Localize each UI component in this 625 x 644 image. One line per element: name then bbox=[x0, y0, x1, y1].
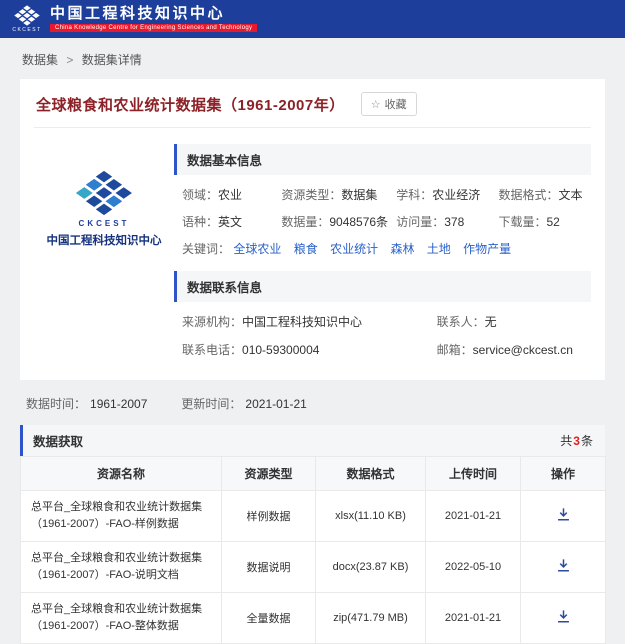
field-domain: 领域：农业 bbox=[182, 188, 243, 202]
download-icon bbox=[557, 559, 569, 572]
download-button[interactable] bbox=[556, 609, 571, 624]
site-logo[interactable]: CKCEST bbox=[12, 5, 42, 33]
breadcrumb-separator: > bbox=[66, 53, 74, 67]
basic-info-grid: 领域：农业 资源类型：数据集 学科：农业经济 数据格式：文本 语种：英文 数据量… bbox=[182, 186, 591, 230]
download-icon bbox=[557, 610, 569, 623]
actions-cell bbox=[520, 592, 606, 644]
star-icon: ☆ bbox=[370, 98, 381, 111]
dataset-time: 数据时间： 1961-2007 bbox=[26, 397, 148, 411]
resource-name: 总平台_全球粮食和农业统计数据集（1961-2007）-FAO-说明文档 bbox=[20, 541, 222, 594]
col-data-format: 数据格式 bbox=[315, 456, 426, 491]
field-data-volume: 数据量：9048576条 bbox=[281, 215, 389, 229]
upload-time: 2022-05-10 bbox=[425, 541, 521, 594]
resource-name: 总平台_全球粮食和农业统计数据集（1961-2007）-FAO-整体数据 bbox=[20, 592, 222, 644]
contact-info-grid: 来源机构：中国工程科技知识中心 联系人：无 联系电话：010-59300004 … bbox=[182, 313, 591, 358]
basic-info-title: 数据基本信息 bbox=[187, 154, 263, 168]
resource-name: 总平台_全球粮食和农业统计数据集（1961-2007）-FAO-样例数据 bbox=[20, 489, 222, 543]
table-row: 总平台_全球粮食和农业统计数据集（1961-2007）-FAO-整体数据 全量数… bbox=[20, 592, 606, 644]
table-row: 总平台_全球粮食和农业统计数据集（1961-2007）-FAO-说明文档 数据说… bbox=[20, 541, 606, 594]
site-title: 中国工程科技知识中心 bbox=[50, 4, 226, 22]
acquisition-title: 数据获取 bbox=[33, 435, 84, 449]
dataset-title: 全球粮食和农业统计数据集（1961-2007年） bbox=[36, 96, 345, 114]
col-resource-name: 资源名称 bbox=[20, 456, 222, 491]
site-header: CKCEST 中国工程科技知识中心 China Knowledge Centre… bbox=[0, 0, 625, 38]
keyword-link[interactable]: 粮食 bbox=[294, 242, 318, 256]
table-row: 总平台_全球粮食和农业统计数据集（1961-2007）-FAO-样例数据 样例数… bbox=[20, 489, 606, 543]
breadcrumb-current: 数据集详情 bbox=[81, 53, 142, 67]
keyword-link[interactable]: 森林 bbox=[390, 242, 414, 256]
keyword-link[interactable]: 农业统计 bbox=[330, 242, 378, 256]
favorite-button[interactable]: ☆ 收藏 bbox=[360, 92, 417, 116]
table-header-row: 资源名称 资源类型 数据格式 上传时间 操作 bbox=[20, 456, 606, 491]
dataset-logo-caption: 中国工程科技知识中心 bbox=[46, 235, 162, 247]
download-button[interactable] bbox=[556, 507, 571, 522]
breadcrumb-datasets-link[interactable]: 数据集 bbox=[22, 53, 58, 67]
field-data-format: 数据格式：文本 bbox=[498, 188, 583, 202]
dataset-detail-body: CKCEST 中国工程科技知识中心 数据基本信息 领域：农业 资源类型：数据集 … bbox=[34, 128, 591, 380]
field-visits: 访问量：378 bbox=[396, 215, 465, 229]
keyword-link[interactable]: 土地 bbox=[427, 242, 451, 256]
site-logo-text: CKCEST bbox=[12, 27, 42, 33]
data-format: docx(23.87 KB) bbox=[315, 541, 426, 594]
dataset-title-row: 全球粮食和农业统计数据集（1961-2007年） ☆ 收藏 bbox=[34, 79, 591, 127]
upload-time: 2021-01-21 bbox=[425, 489, 521, 543]
download-button[interactable] bbox=[556, 558, 571, 573]
col-actions: 操作 bbox=[520, 456, 606, 491]
upload-time: 2021-01-21 bbox=[425, 592, 521, 644]
keyword-link[interactable]: 全球农业 bbox=[233, 242, 281, 256]
field-resource-type: 资源类型：数据集 bbox=[281, 188, 378, 202]
actions-cell bbox=[520, 489, 606, 543]
col-upload-time: 上传时间 bbox=[425, 456, 521, 491]
field-source-org: 来源机构：中国工程科技知识中心 bbox=[182, 315, 363, 329]
resource-type: 样例数据 bbox=[221, 489, 316, 543]
data-format: zip(471.79 MB) bbox=[315, 592, 426, 644]
keywords-row: 关键词： 全球农业 粮食 农业统计 森林 土地 作物产量 bbox=[182, 240, 591, 257]
data-format: xlsx(11.10 KB) bbox=[315, 489, 426, 543]
resource-type: 数据说明 bbox=[221, 541, 316, 594]
dataset-meta-row: 数据时间： 1961-2007 更新时间： 2021-01-21 bbox=[26, 395, 605, 412]
resource-table: 资源名称 资源类型 数据格式 上传时间 操作 总平台_全球粮食和农业统计数据集（… bbox=[20, 456, 606, 644]
keyword-link[interactable]: 作物产量 bbox=[463, 242, 511, 256]
ckcest-logo-icon bbox=[12, 5, 42, 26]
field-email: 邮箱：service@ckcest.cn bbox=[436, 343, 573, 357]
breadcrumb: 数据集 > 数据集详情 bbox=[0, 38, 625, 79]
field-contact-person: 联系人：无 bbox=[436, 315, 497, 329]
dataset-info-column: 数据基本信息 领域：农业 资源类型：数据集 学科：农业经济 数据格式：文本 语种… bbox=[174, 144, 591, 360]
actions-cell bbox=[520, 541, 606, 594]
field-phone: 联系电话：010-59300004 bbox=[182, 343, 320, 357]
keywords-label: 关键词： bbox=[182, 242, 231, 256]
resource-type: 全量数据 bbox=[221, 592, 316, 644]
site-subtitle: China Knowledge Centre for Engineering S… bbox=[50, 24, 258, 33]
dataset-logo-icon bbox=[76, 170, 137, 216]
data-acquisition-card: 数据获取 共3条 资源名称 资源类型 数据格式 上传时间 操作 总平台_全球粮食… bbox=[20, 425, 606, 644]
section-contact-info: 数据联系信息 bbox=[174, 271, 591, 302]
dataset-logo: CKCEST 中国工程科技知识中心 bbox=[34, 144, 174, 360]
dataset-update-time: 更新时间： 2021-01-21 bbox=[181, 397, 307, 411]
col-resource-type: 资源类型 bbox=[221, 456, 316, 491]
data-acquisition-header: 数据获取 共3条 bbox=[20, 425, 605, 456]
field-downloads: 下载量：52 bbox=[498, 215, 560, 229]
download-icon bbox=[557, 508, 569, 521]
dataset-detail-card: 全球粮食和农业统计数据集（1961-2007年） ☆ 收藏 CKCEST 中国工… bbox=[20, 79, 605, 380]
field-subject: 学科：农业经济 bbox=[396, 188, 481, 202]
favorite-label: 收藏 bbox=[384, 99, 407, 111]
count-number: 3 bbox=[573, 434, 580, 448]
section-basic-info: 数据基本信息 bbox=[174, 144, 591, 175]
contact-info-title: 数据联系信息 bbox=[187, 281, 263, 295]
field-language: 语种：英文 bbox=[182, 215, 243, 229]
acquisition-count: 共3条 bbox=[560, 434, 593, 448]
dataset-logo-brand: CKCEST bbox=[78, 219, 130, 228]
site-title-block: 中国工程科技知识中心 China Knowledge Centre for En… bbox=[50, 4, 258, 33]
